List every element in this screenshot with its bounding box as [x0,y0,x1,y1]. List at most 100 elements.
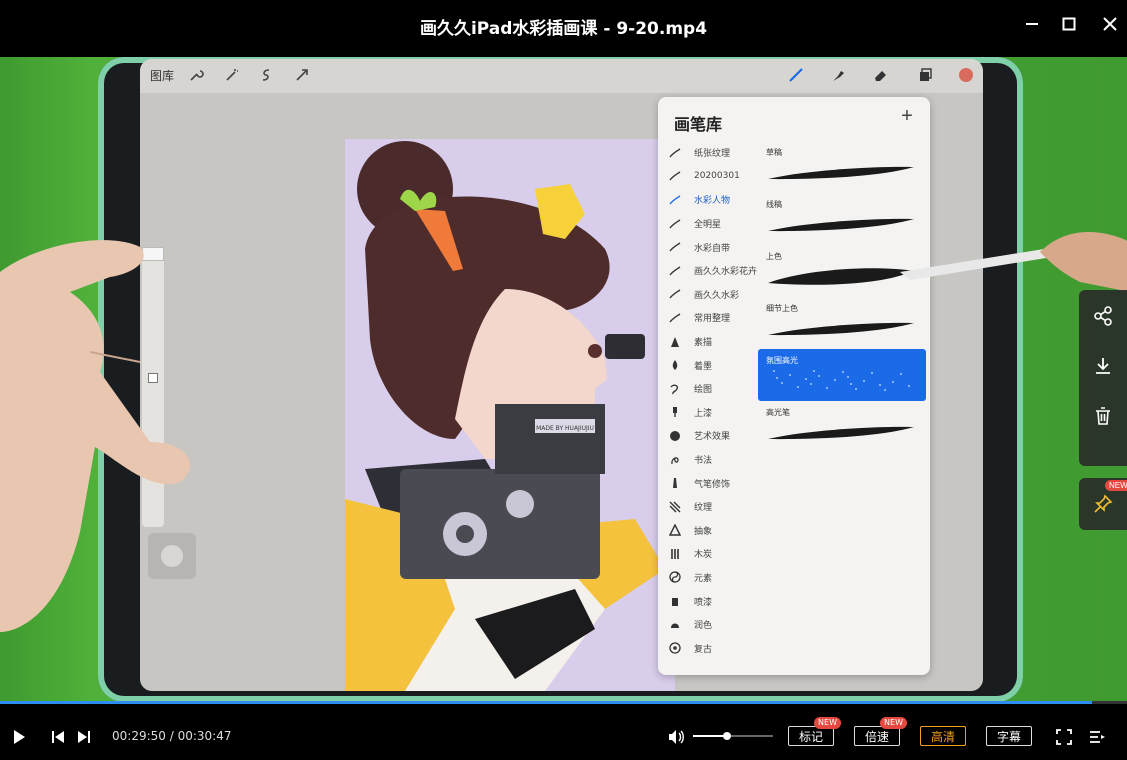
brush-stroke-preview [768,166,914,180]
brush-category-item[interactable]: 水彩人物 [658,188,758,212]
brush-category-label: 元素 [694,573,713,584]
ipad-screen: 图库 MADE BY HUAJIUJIU 画笔库 + 纸张纹理 20200301… [140,59,983,691]
brush-category-label: 上漆 [694,408,713,419]
brush-category-item[interactable]: 素描 [658,330,758,354]
brush-category-icon [668,169,682,183]
volume-button[interactable] [664,725,688,749]
playlist-button[interactable] [1085,725,1109,749]
brush-stroke-preview [768,268,914,285]
pin-icon [1094,494,1113,513]
brush-category-label: 画久久水彩 [694,290,740,301]
left-hand-overlay [0,240,190,632]
brush-category-item[interactable]: 元素 [658,566,758,590]
next-button[interactable] [73,726,95,748]
brush-category-item[interactable]: 喷漆 [658,589,758,613]
share-button[interactable] [1091,304,1115,328]
brush-category-icon [668,594,682,608]
volume-fill [693,735,727,737]
brush-category-icon [668,193,682,207]
download-icon [1096,358,1110,374]
new-badge: NEW [880,717,907,729]
brush-category-item[interactable]: 艺术效果 [658,424,758,448]
canvas-artwork[interactable]: MADE BY HUAJIUJIU [345,139,675,691]
brush-category-item[interactable]: 常用整理 [658,306,758,330]
brush-category-item[interactable]: 纹理 [658,495,758,519]
brush-category-icon [668,264,682,278]
brush-category-item[interactable]: 润色 [658,613,758,637]
video-frame[interactable]: 图库 MADE BY HUAJIUJIU 画笔库 + 纸张纹理 20200301… [0,57,1127,702]
brush-category-item[interactable]: 上漆 [658,401,758,425]
minimize-icon [1026,23,1038,25]
subtitle-button[interactable]: 字幕 [986,726,1032,746]
pin-panel: NEW [1079,478,1127,530]
brush-category-item[interactable]: 绘图 [658,377,758,401]
brush-stroke-preview [768,426,914,440]
brush-category-item[interactable]: 画久久水彩 [658,283,758,307]
brush-category-item[interactable]: 木炭 [658,542,758,566]
brush-category-label: 绘图 [694,385,713,396]
duration: 00:30:47 [177,729,232,743]
brush-category-item[interactable]: 全明星 [658,212,758,236]
selection-icon[interactable] [256,65,276,85]
brush-library-title: 画笔库 [674,115,723,134]
close-button[interactable] [1098,12,1122,36]
brush-category-item[interactable]: 纸张纹理 [658,141,758,165]
brush-category-label: 润色 [694,621,713,632]
layers-icon[interactable] [915,65,935,85]
brush-category-label: 着墨 [694,361,713,372]
volume-knob[interactable] [722,732,731,740]
share-icon [1094,306,1112,326]
brush-category-label: 木炭 [694,550,713,561]
brush-category-label: 常用整理 [694,314,731,325]
brush-category-icon [668,382,682,396]
brush-category-icon [668,146,682,160]
magic-wand-icon[interactable] [222,65,242,85]
fullscreen-button[interactable] [1052,725,1076,749]
maximize-button[interactable] [1057,12,1081,36]
speed-label: 倍速 [864,729,889,744]
download-button[interactable] [1091,354,1115,378]
brush-item[interactable]: 高光笔 [758,401,926,453]
new-badge: NEW [1105,480,1127,491]
play-button[interactable] [8,726,30,748]
pin-button[interactable] [1091,492,1115,516]
plus-icon[interactable]: + [898,106,916,126]
brush-item[interactable]: 氛围高光 [758,349,926,401]
brush-category-item[interactable]: 画久久水彩花卉 [658,259,758,283]
previous-button[interactable] [47,726,69,748]
brush-category-label: 抽象 [694,526,713,537]
brush-category-item[interactable]: 20200301 [658,165,758,189]
skip-back-icon [52,731,64,743]
brush-category-item[interactable]: 着墨 [658,353,758,377]
brush-icon[interactable] [786,65,806,85]
time-display: 00:29:50 / 00:30:47 [112,729,231,743]
brush-category-label: 气笔修饰 [694,479,731,490]
color-picker-icon[interactable] [956,65,976,85]
current-time: 00:29:50 [112,729,166,743]
brush-category-label: 艺术效果 [694,432,731,443]
gallery-button[interactable]: 图库 [150,67,174,84]
fullscreen-icon [1056,729,1072,745]
transform-icon[interactable] [292,65,312,85]
delete-button[interactable] [1091,404,1115,428]
brush-category-item[interactable]: 气笔修饰 [658,471,758,495]
brush-category-item[interactable]: 水彩自带 [658,235,758,259]
minimize-button[interactable] [1020,12,1044,36]
brush-category-list: 纸张纹理 20200301 水彩人物 全明星 水彩自带 画久久水彩花卉画久久水彩常用整理素… [658,141,758,660]
brush-category-item[interactable]: 书法 [658,448,758,472]
brush-category-icon [668,429,682,443]
brush-item[interactable]: 细节上色 [758,297,926,349]
quality-button[interactable]: 高清 [920,726,966,746]
brush-category-item[interactable]: 抽象 [658,519,758,543]
time-separator: / [165,729,178,743]
brush-item[interactable]: 草稿 [758,141,926,193]
eraser-icon[interactable] [871,65,891,85]
brush-list: 草稿 线稿 上色 细节上色 氛围高光 高光笔 [758,141,926,453]
brush-category-icon [668,240,682,254]
speed-button[interactable]: 倍速 NEW [854,717,907,746]
brush-category-item[interactable]: 复古 [658,636,758,660]
volume-slider[interactable] [693,732,773,740]
smudge-icon[interactable] [828,65,848,85]
mark-button[interactable]: 标记 NEW [788,717,841,746]
wrench-icon[interactable] [186,65,206,85]
